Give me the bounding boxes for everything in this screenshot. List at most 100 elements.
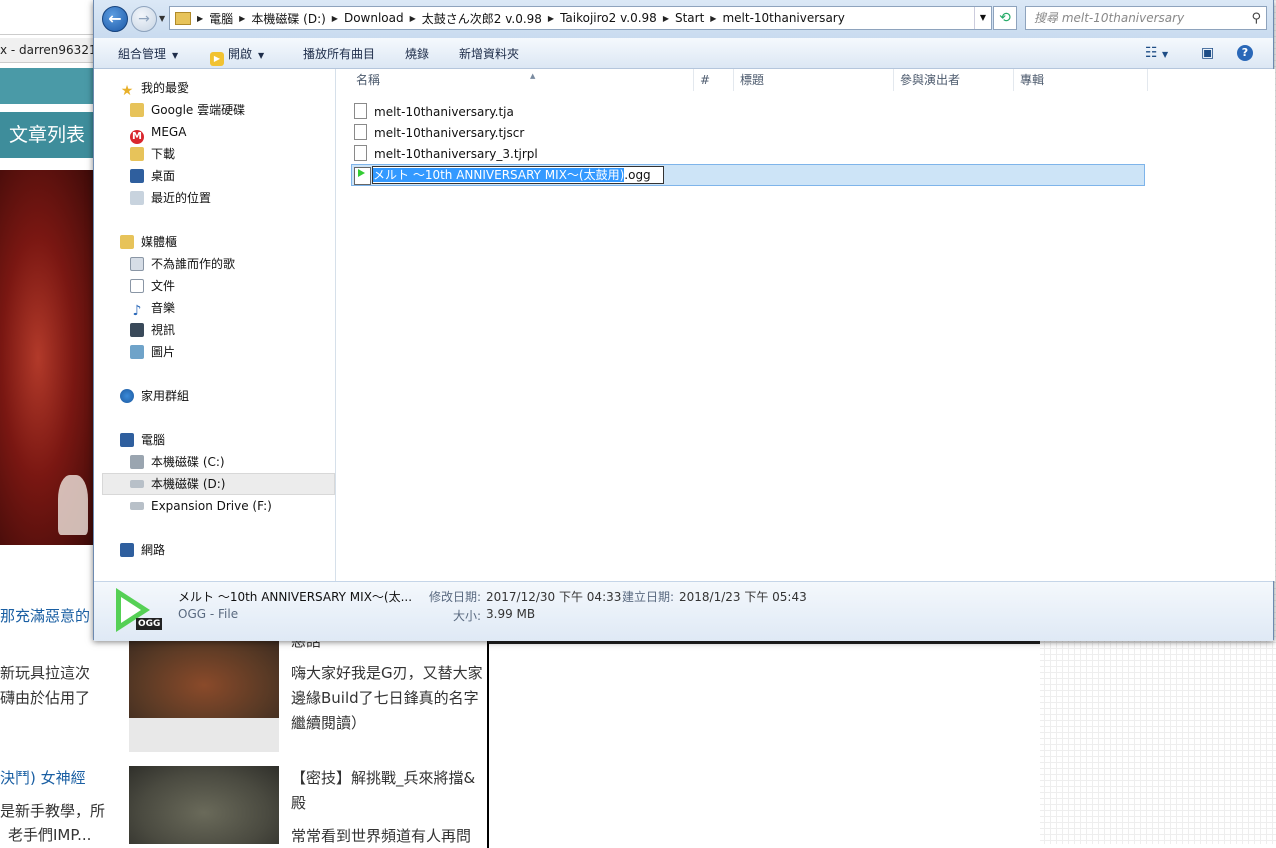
nav-music[interactable]: ♪ 音樂: [130, 298, 175, 318]
breadcrumb-taikojiro-jp[interactable]: 太鼓さん次郎2 v.0.98: [422, 10, 542, 27]
view-options-icon[interactable]: ☷ ▼: [1145, 45, 1168, 61]
browser-tab-title[interactable]: x - darren96321: [0, 38, 95, 63]
nav-library-songs[interactable]: 不為誰而作的歌: [130, 254, 235, 274]
nav-google-drive-label: Google 雲端硬碟: [151, 103, 246, 117]
nav-pictures-label: 圖片: [151, 345, 176, 359]
selected-file-row[interactable]: メルト ～10th ANNIVERSARY MIX～(太鼓用).ogg: [351, 164, 1145, 186]
file-name: melt-10thaniversary.tjscr: [374, 126, 525, 140]
new-folder-button[interactable]: 新增資料夾: [459, 45, 519, 62]
breadcrumb-current-folder[interactable]: melt-10thaniversary: [722, 11, 844, 25]
post-title-left-2[interactable]: 決鬥) 女神經: [0, 767, 86, 788]
nav-drive-f[interactable]: Expansion Drive (F:): [130, 496, 272, 516]
article-list-heading[interactable]: 文章列表: [0, 112, 95, 158]
google-drive-folder-icon: [130, 103, 144, 117]
breadcrumb-download[interactable]: Download: [344, 11, 404, 25]
post-title-left-1[interactable]: 那充滿惡意的: [0, 605, 90, 626]
mega-icon: M: [130, 130, 144, 144]
details-pane: OGG メルト ～10th ANNIVERSARY MIX～(太... OGG …: [94, 581, 1273, 641]
post-title-2a[interactable]: 【密技】解挑戰_兵來將擋&: [291, 767, 487, 788]
nav-recent-places[interactable]: 最近的位置: [130, 188, 211, 208]
chevron-down-icon: ▼: [172, 51, 179, 60]
breadcrumb-separator-icon[interactable]: ▶: [332, 14, 338, 23]
folder-icon: [175, 11, 191, 25]
nav-desktop[interactable]: 桌面: [130, 166, 175, 186]
ogg-file-icon: [354, 167, 371, 185]
post-thumbnail-1[interactable]: [129, 636, 279, 718]
nav-recent-label: 最近的位置: [151, 191, 212, 205]
play-all-button[interactable]: 播放所有曲目: [303, 45, 375, 62]
forward-button[interactable]: →: [131, 6, 157, 32]
file-row[interactable]: melt-10thaniversary.tjscr: [354, 123, 524, 143]
breadcrumb-separator-icon[interactable]: ▶: [710, 14, 716, 23]
breadcrumb-separator-icon[interactable]: ▶: [663, 14, 669, 23]
pictures-icon: [130, 345, 144, 359]
organize-button[interactable]: 組合管理 ▼: [118, 45, 178, 62]
file-row[interactable]: melt-10thaniversary_3.tjrpl: [354, 144, 538, 164]
nav-mega[interactable]: M MEGA: [130, 122, 187, 144]
nav-libraries[interactable]: 媒體櫃: [120, 232, 177, 252]
file-list[interactable]: 名稱 ▲ # 標題 參與演出者 專輯 melt-10thaniversary.tj…: [336, 69, 1275, 581]
browser-strip: [0, 0, 95, 35]
read-more-link[interactable]: 繼續閱讀）: [291, 712, 487, 733]
column-header-album[interactable]: 專輯: [1014, 69, 1148, 91]
post-thumbnail-2[interactable]: [129, 766, 279, 844]
explorer-window[interactable]: ← → ▼ ▶ 電腦 ▶ 本機磁碟 (D:) ▶ Download ▶ 太鼓さん…: [93, 0, 1275, 641]
nav-homegroup[interactable]: 家用群組: [120, 386, 189, 406]
play-icon: ▶: [210, 52, 224, 66]
drive-icon: [130, 480, 144, 488]
navigation-pane[interactable]: ★ 我的最愛 Google 雲端硬碟 M MEGA 下載 桌面 最近的位置 媒體櫃 …: [94, 69, 336, 581]
nav-homegroup-label: 家用群組: [141, 389, 190, 403]
column-name-label: 名稱: [356, 73, 381, 87]
nav-documents[interactable]: 文件: [130, 276, 175, 296]
nav-mega-label: MEGA: [151, 125, 187, 139]
thumbnail-caption-bg: [129, 718, 279, 752]
nav-downloads[interactable]: 下載: [130, 144, 175, 164]
breadcrumb-separator-icon[interactable]: ▶: [410, 14, 416, 23]
column-header-title[interactable]: 標題: [734, 69, 894, 91]
breadcrumb-computer[interactable]: 電腦: [209, 10, 233, 27]
sort-ascending-icon: ▲: [530, 72, 536, 80]
recent-pages-dropdown[interactable]: ▼: [159, 14, 165, 23]
column-header-artists[interactable]: 參與演出者: [894, 69, 1014, 91]
post-excerpt-left-1: 新玩具拉這次: [0, 664, 91, 682]
hero-image: [0, 170, 95, 545]
breadcrumb-drive-d[interactable]: 本機磁碟 (D:): [251, 10, 325, 27]
breadcrumb-separator-icon[interactable]: ▶: [548, 14, 554, 23]
modified-value: 2017/12/30 下午 04:33: [486, 590, 622, 604]
nav-computer-label: 電腦: [141, 433, 166, 447]
nav-drive-d[interactable]: 本機磁碟 (D:): [130, 474, 225, 494]
breadcrumb-separator-icon[interactable]: ▶: [239, 14, 245, 23]
downloads-folder-icon: [130, 147, 144, 161]
nav-videos[interactable]: 視訊: [130, 320, 175, 340]
column-header-track[interactable]: #: [694, 69, 734, 91]
address-bar[interactable]: ▶ 電腦 ▶ 本機磁碟 (D:) ▶ Download ▶ 太鼓さん次郎2 v.…: [169, 6, 992, 30]
address-dropdown-icon[interactable]: ▼: [974, 7, 991, 29]
post-excerpt-2: 常常看到世界頻道有人再問: [291, 827, 472, 845]
post-excerpt-left-3: 是新手教學，所: [0, 802, 106, 820]
nav-network[interactable]: 網路: [120, 540, 165, 560]
nav-drive-c[interactable]: 本機磁碟 (C:): [130, 452, 225, 472]
search-icon[interactable]: ⚲: [1251, 8, 1261, 30]
post-title-2b[interactable]: 殿: [291, 792, 487, 813]
preview-pane-icon[interactable]: ▣: [1201, 45, 1214, 61]
help-icon[interactable]: ?: [1237, 45, 1253, 61]
overlay-panel: [487, 640, 1040, 848]
nav-pictures[interactable]: 圖片: [130, 342, 175, 362]
open-button[interactable]: ▶ 開啟 ▼: [210, 45, 264, 66]
refresh-button[interactable]: ⟲: [993, 6, 1017, 30]
site-nav-bar[interactable]: ⌄: [0, 68, 95, 165]
rename-input[interactable]: メルト ～10th ANNIVERSARY MIX～(太鼓用).ogg: [372, 166, 664, 184]
back-button[interactable]: ←: [102, 6, 128, 32]
file-icon: [354, 124, 367, 140]
column-header-name[interactable]: 名稱 ▲: [350, 69, 694, 91]
breadcrumb-taikojiro[interactable]: Taikojiro2 v.0.98: [560, 11, 657, 25]
command-bar: 組合管理 ▼ ▶ 開啟 ▼ 播放所有曲目 燒錄 新增資料夾 ☷ ▼ ▣ ?: [94, 38, 1273, 69]
search-input[interactable]: 搜尋 melt-10thaniversary ⚲: [1025, 6, 1267, 30]
breadcrumb-start[interactable]: Start: [675, 11, 704, 25]
breadcrumb-separator-icon[interactable]: ▶: [197, 14, 203, 23]
file-row[interactable]: melt-10thaniversary.tja: [354, 102, 514, 122]
burn-button[interactable]: 燒錄: [405, 45, 429, 62]
nav-favorites[interactable]: ★ 我的最愛: [120, 78, 189, 98]
nav-computer[interactable]: 電腦: [120, 430, 165, 450]
nav-google-drive[interactable]: Google 雲端硬碟: [130, 100, 245, 120]
